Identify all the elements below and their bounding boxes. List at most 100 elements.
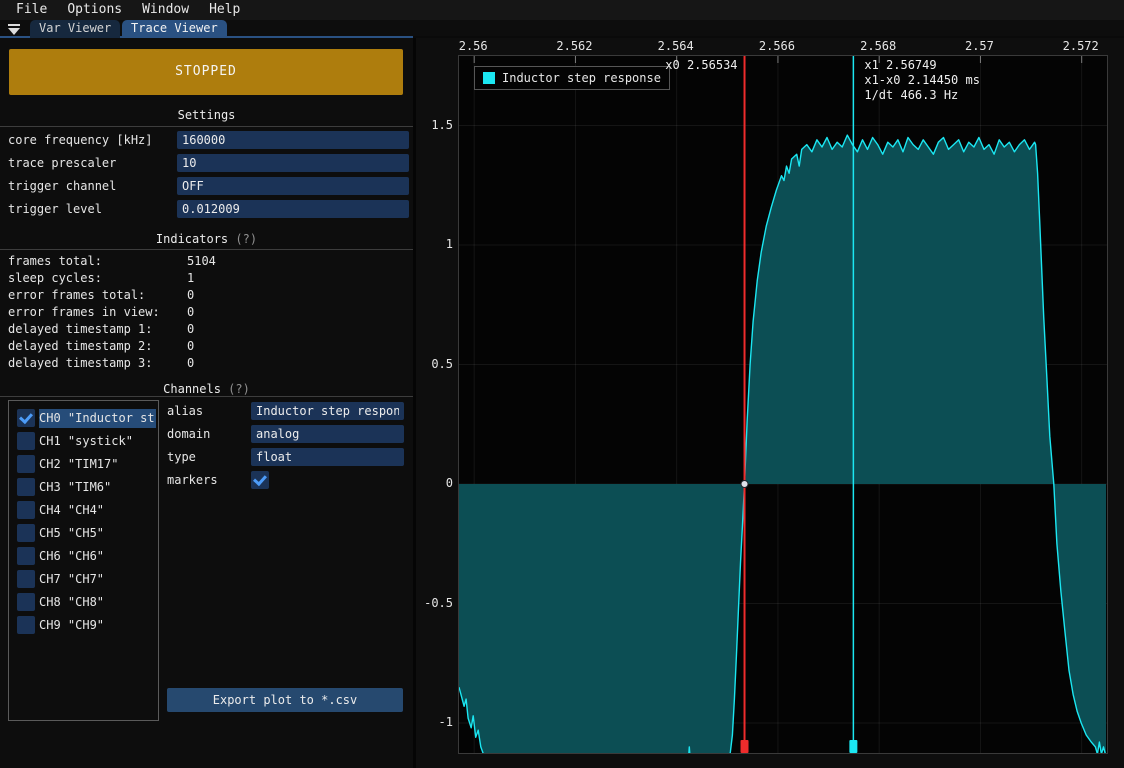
channel-checkbox[interactable]: [17, 409, 35, 427]
settings-field-trigger-3[interactable]: [177, 200, 409, 218]
channel-checkbox[interactable]: [17, 432, 35, 450]
indicator-value: 0: [187, 355, 194, 372]
channels-help-icon[interactable]: (?): [228, 382, 250, 396]
channel-label[interactable]: CH6 "CH6": [39, 547, 156, 566]
channel-label[interactable]: CH0 "Inductor st: [39, 409, 156, 428]
marker-x1-readout: x1 2.56749x1-x0 2.14450 ms1/dt 466.3 Hz: [864, 58, 980, 103]
indicator-value: 0: [187, 287, 194, 304]
tab-list-dropdown-icon[interactable]: [7, 24, 22, 35]
plot-canvas[interactable]: [459, 56, 1107, 753]
y-tick-label: 1.5: [416, 118, 453, 132]
marker-x0-handle[interactable]: [741, 740, 749, 753]
x-tick-label: 2.56: [438, 39, 508, 53]
settings-label: core frequency [kHz]: [8, 131, 153, 149]
y-tick-label: -0.5: [416, 596, 453, 610]
channels-section-title: Channels (?): [0, 382, 413, 396]
channels-title-text: Channels: [163, 382, 221, 396]
channel-row: CH7 "CH7": [9, 570, 158, 589]
indicators-help-icon[interactable]: (?): [235, 232, 257, 246]
plot-panel: 2.562.5622.5642.5662.5682.572.572 1.510.…: [416, 38, 1124, 768]
y-tick-label: 1: [416, 237, 453, 251]
chevron-down-icon: [8, 28, 20, 35]
separator: [0, 126, 413, 127]
channel-checkbox[interactable]: [17, 547, 35, 565]
channel-row: CH2 "TIM17": [9, 455, 158, 474]
indicator-label: delayed timestamp 1:: [8, 321, 153, 338]
settings-label: trigger channel: [8, 177, 116, 195]
prop-label-type: type: [167, 448, 196, 466]
prop-label-alias: alias: [167, 402, 203, 420]
indicator-label: delayed timestamp 3:: [8, 355, 153, 372]
indicator-label: sleep cycles:: [8, 270, 102, 287]
channel-checkbox[interactable]: [17, 501, 35, 519]
marker-x1-handle[interactable]: [849, 740, 857, 753]
channel-list: CH0 "Inductor st CH1 "systick" CH2 "TIM17"…: [8, 400, 159, 721]
channel-label[interactable]: CH7 "CH7": [39, 570, 156, 589]
channel-label[interactable]: CH9 "CH9": [39, 616, 156, 635]
channel-checkbox[interactable]: [17, 478, 35, 496]
prop-field-alias[interactable]: [251, 402, 404, 420]
tab-var-viewer[interactable]: Var Viewer: [30, 20, 120, 38]
checkmark-icon: [253, 472, 267, 486]
channel-row: CH5 "CH5": [9, 524, 158, 543]
channel-label[interactable]: CH1 "systick": [39, 432, 156, 451]
legend-label: Inductor step response: [502, 71, 661, 85]
channel-checkbox[interactable]: [17, 616, 35, 634]
menu-file[interactable]: File: [6, 0, 57, 20]
menu-options[interactable]: Options: [57, 0, 132, 20]
legend-swatch: [483, 72, 495, 84]
acquisition-status-button[interactable]: STOPPED: [9, 49, 403, 95]
marker-x1-line-text: x1 2.56749: [864, 58, 980, 73]
channel-row: CH4 "CH4": [9, 501, 158, 520]
indicator-label: frames total:: [8, 253, 102, 270]
tab-trace-viewer[interactable]: Trace Viewer: [122, 20, 227, 38]
plot-area[interactable]: [458, 55, 1108, 754]
channel-label[interactable]: CH8 "CH8": [39, 593, 156, 612]
prop-field-domain[interactable]: [251, 425, 404, 443]
settings-field-trace-1[interactable]: [177, 154, 409, 172]
marker-x0-label: x0 2.56534: [588, 58, 738, 72]
prop-label-domain: domain: [167, 425, 210, 443]
indicator-value: 0: [187, 304, 194, 321]
channel-checkbox[interactable]: [17, 524, 35, 542]
channel-checkbox[interactable]: [17, 593, 35, 611]
channel-checkbox[interactable]: [17, 455, 35, 473]
dropdown-bar: [8, 24, 20, 26]
menu-bar: FileOptionsWindowHelp: [0, 0, 1124, 20]
menu-help[interactable]: Help: [199, 0, 250, 20]
x-tick-label: 2.57: [944, 39, 1014, 53]
indicator-value: 0: [187, 338, 194, 355]
indicators-section-title: Indicators (?): [0, 232, 413, 246]
channel-label[interactable]: CH3 "TIM6": [39, 478, 156, 497]
settings-title-text: Settings: [178, 108, 236, 122]
prop-label-markers: markers: [167, 471, 218, 489]
channel-row: CH0 "Inductor st: [9, 409, 158, 428]
menu-window[interactable]: Window: [132, 0, 199, 20]
indicator-label: error frames total:: [8, 287, 145, 304]
x-tick-label: 2.568: [843, 39, 913, 53]
settings-field-trigger-2[interactable]: [177, 177, 409, 195]
x-tick-label: 2.562: [539, 39, 609, 53]
channel-row: CH8 "CH8": [9, 593, 158, 612]
app-window: FileOptionsWindowHelp STOPPED Settings c…: [0, 0, 1124, 768]
indicator-value: 1: [187, 270, 194, 287]
checkmark-icon: [19, 410, 33, 424]
zero-cross-point: [741, 481, 748, 488]
prop-field-type[interactable]: [251, 448, 404, 466]
channel-label[interactable]: CH5 "CH5": [39, 524, 156, 543]
y-tick-label: -1: [416, 715, 453, 729]
channel-checkbox[interactable]: [17, 570, 35, 588]
settings-field-core-0[interactable]: [177, 131, 409, 149]
channel-row: CH9 "CH9": [9, 616, 158, 635]
channel-label[interactable]: CH2 "TIM17": [39, 455, 156, 474]
prop-checkbox-markers[interactable]: [251, 471, 269, 489]
series-area-fill: [459, 135, 1106, 753]
export-csv-button[interactable]: Export plot to *.csv: [167, 688, 403, 712]
y-tick-label: 0.5: [416, 357, 453, 371]
channel-label[interactable]: CH4 "CH4": [39, 501, 156, 520]
marker-x1-line-text: x1-x0 2.14450 ms: [864, 73, 980, 88]
settings-label: trigger level: [8, 200, 102, 218]
indicator-label: error frames in view:: [8, 304, 160, 321]
channel-row: CH6 "CH6": [9, 547, 158, 566]
sidebar: STOPPED Settings core frequency [kHz]tra…: [0, 38, 413, 768]
